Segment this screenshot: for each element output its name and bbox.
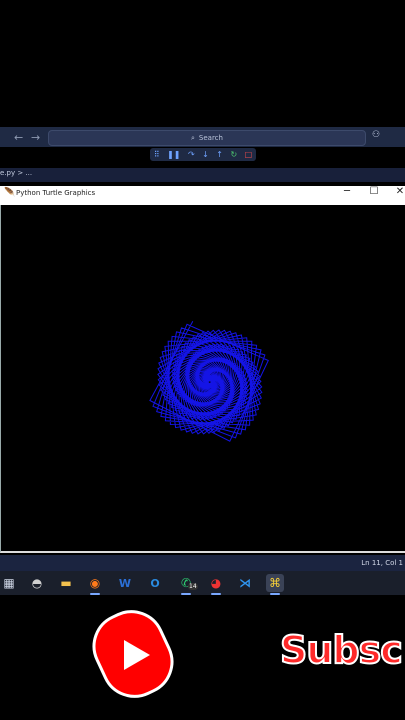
forward-arrow-icon[interactable]: →	[31, 131, 40, 144]
file-explorer-icon[interactable]: ▬	[57, 574, 75, 592]
outlook-icon[interactable]: O	[146, 574, 164, 592]
start-icon[interactable]: ▦	[0, 574, 18, 592]
pause-icon[interactable]: ❚❚	[167, 150, 180, 159]
step-over-icon[interactable]: ↷	[188, 150, 195, 159]
debug-toolbar: ⠿ ❚❚ ↷ ↓ ↑ ↻ □	[150, 148, 256, 161]
search-icon: ⌕	[191, 133, 195, 142]
window-title: Python Turtle Graphics	[16, 189, 96, 197]
spiral-drawing	[149, 321, 269, 442]
step-into-icon[interactable]: ↓	[202, 150, 209, 159]
step-out-icon[interactable]: ↑	[216, 150, 223, 159]
copilot-icon[interactable]: ⚇	[372, 130, 380, 140]
stop-icon[interactable]: □	[245, 150, 253, 159]
vscode-icon[interactable]: ⋊	[236, 574, 254, 592]
turtle-canvas	[0, 205, 405, 553]
chrome-remote-icon[interactable]: ◕	[207, 574, 225, 595]
subscribe-text[interactable]: Subsc	[279, 627, 404, 673]
cursor-position[interactable]: Ln 11, Col 1	[361, 559, 403, 567]
close-button[interactable]: ✕	[394, 186, 405, 197]
feather-icon: 🪶	[4, 188, 16, 198]
breadcrumb-bar	[0, 168, 405, 182]
python-icon[interactable]: ⌘	[266, 574, 284, 595]
spiral-path	[149, 321, 269, 442]
search-placeholder: Search	[198, 134, 223, 142]
word-icon[interactable]: W	[116, 574, 134, 592]
game-icon[interactable]: ◓	[28, 574, 46, 592]
whatsapp-badge: 14	[188, 583, 198, 590]
back-arrow-icon[interactable]: ←	[14, 131, 23, 144]
minimize-button[interactable]: ─	[341, 186, 353, 197]
command-search-box[interactable]: ⌕ Search	[48, 130, 366, 146]
status-bar	[0, 555, 405, 571]
drag-handle-icon[interactable]: ⠿	[154, 150, 160, 159]
restart-icon[interactable]: ↻	[230, 150, 237, 159]
youtube-shorts-logo[interactable]	[88, 604, 178, 704]
breadcrumb[interactable]: e.py > ...	[0, 169, 32, 177]
maximize-button[interactable]: ☐	[368, 186, 380, 197]
firefox-icon[interactable]: ◉	[86, 574, 104, 595]
